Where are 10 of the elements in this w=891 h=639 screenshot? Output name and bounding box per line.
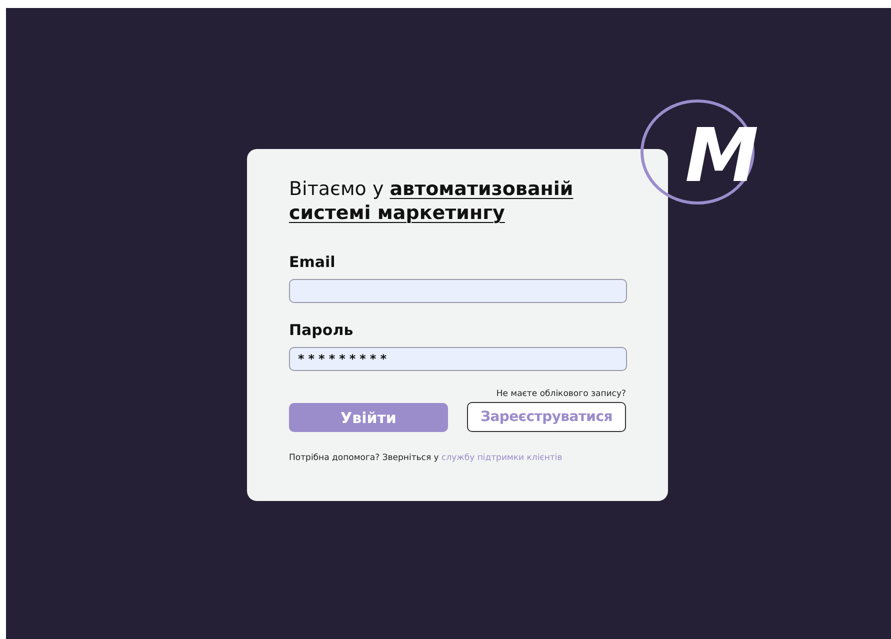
email-field[interactable]: [289, 279, 627, 303]
signup-button[interactable]: Зареєструватися: [467, 402, 626, 432]
login-button[interactable]: Увійти: [289, 403, 448, 432]
help-text: Потрібна допомога? Зверніться у: [289, 453, 439, 463]
field-label: Пароль: [289, 321, 354, 339]
password-field[interactable]: *********: [289, 347, 627, 371]
welcome-heading: Вітаємо у автоматизованій системі маркетингу: [289, 177, 574, 225]
signup-prompt: Не маєте облікового запису?: [496, 389, 626, 399]
support-link[interactable]: службу підтримки клієнтів: [442, 453, 562, 463]
field-label: Email: [289, 253, 336, 271]
